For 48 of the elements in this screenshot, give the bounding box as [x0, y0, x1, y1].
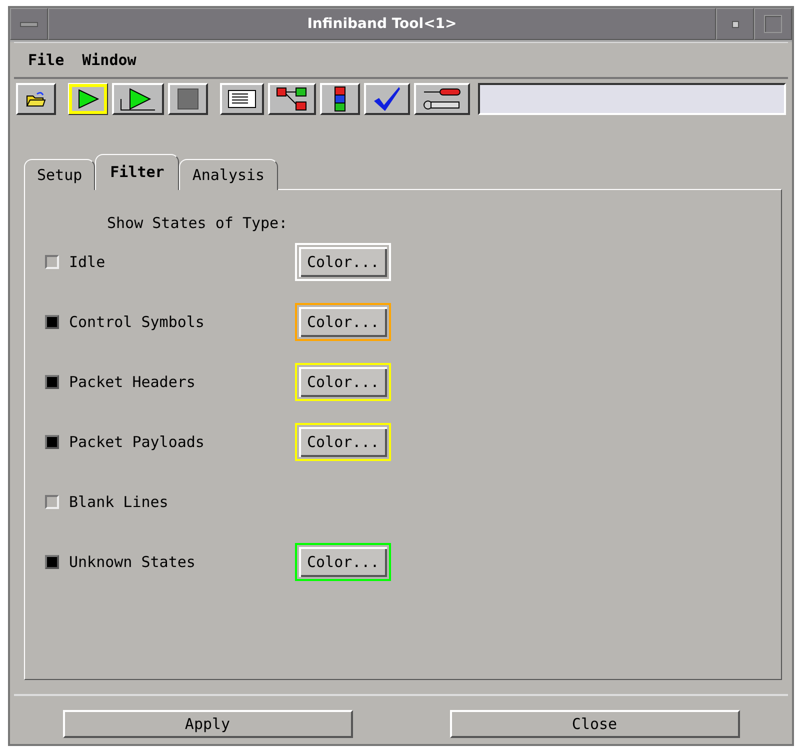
checkbox[interactable] — [45, 555, 59, 569]
color-button[interactable]: Color... — [295, 423, 392, 461]
play-icon — [76, 89, 100, 109]
toolbar-button[interactable] — [364, 83, 410, 115]
toolbar-button[interactable] — [168, 83, 208, 115]
menu-item[interactable]: File — [28, 51, 64, 69]
checkbox[interactable] — [45, 315, 59, 329]
toolbar-button[interactable] — [268, 83, 316, 115]
maximize-button[interactable] — [754, 8, 792, 40]
play-repeat-icon — [120, 87, 156, 111]
folder-icon — [25, 91, 47, 107]
list-icon — [228, 90, 256, 108]
checkbox-label: Idle — [69, 253, 106, 271]
window-menu-button[interactable] — [10, 8, 48, 40]
toolbar-button[interactable] — [16, 83, 56, 115]
color-button[interactable]: Color... — [295, 303, 392, 341]
minimize-button[interactable] — [716, 8, 754, 40]
checkbox[interactable] — [45, 375, 59, 389]
checkbox[interactable] — [45, 435, 59, 449]
dialog-button[interactable]: Close — [450, 710, 740, 738]
text-field[interactable] — [478, 83, 786, 115]
menu-item[interactable]: Window — [82, 51, 136, 69]
color-button[interactable]: Color... — [295, 363, 392, 401]
checkbox-label: Unknown States — [69, 553, 196, 571]
checkbox-label: Blank Lines — [69, 493, 168, 511]
toolbar-button[interactable] — [220, 83, 264, 115]
checkbox-label: Packet Payloads — [69, 433, 204, 451]
tab[interactable]: Setup — [24, 159, 96, 190]
toolbar-button[interactable] — [112, 83, 164, 115]
checkbox[interactable] — [45, 495, 59, 509]
window-title: Infiniband Tool<1> — [48, 8, 716, 40]
tab[interactable]: Filter — [95, 154, 180, 190]
section-heading: Show States of Type: — [107, 214, 289, 232]
color-button[interactable]: Color... — [295, 543, 392, 581]
toolbar-button[interactable] — [414, 83, 470, 115]
tab[interactable]: Analysis — [179, 159, 278, 190]
tree-icon — [276, 86, 308, 112]
color-button[interactable]: Color... — [295, 243, 392, 281]
checkbox[interactable] — [45, 255, 59, 269]
checkbox-label: Control Symbols — [69, 313, 204, 331]
toolbar-button[interactable] — [68, 83, 108, 115]
toolbar-button[interactable] — [320, 83, 360, 115]
checkmark-icon — [372, 85, 402, 113]
dialog-button[interactable]: Apply — [62, 710, 352, 738]
tools-icon — [422, 86, 462, 112]
stop-icon — [177, 88, 199, 110]
checkbox-label: Packet Headers — [69, 373, 196, 391]
node-icon — [333, 86, 347, 112]
